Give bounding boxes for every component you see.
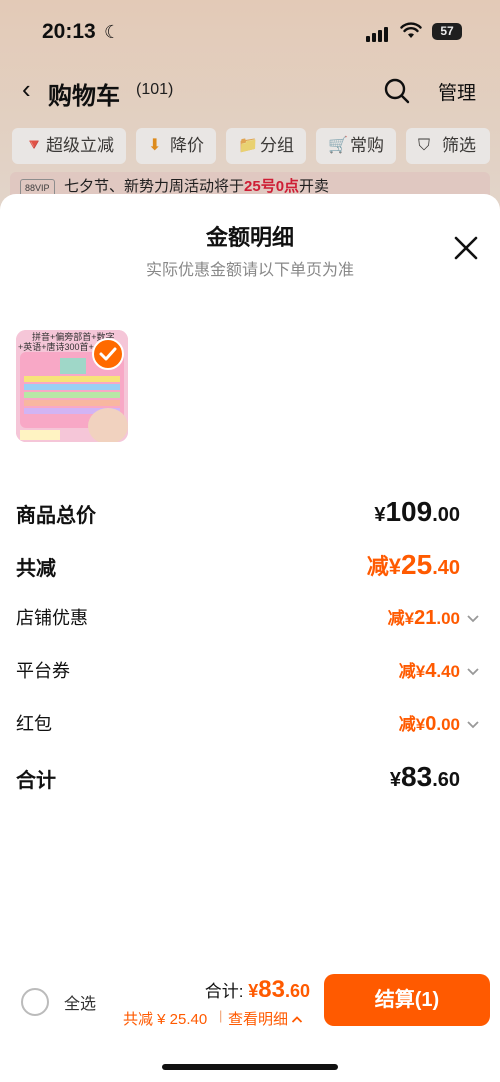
grand-total-value: ¥83.60 xyxy=(390,761,460,793)
total-reduce-label: 共减 xyxy=(16,558,56,580)
chevron-down-icon[interactable] xyxy=(466,720,480,730)
reduce-prefix: 减¥ xyxy=(398,715,426,734)
red-packet-dec: .00 xyxy=(436,715,460,734)
sheet-subtitle: 实际优惠金额请以下单页为准 xyxy=(145,262,354,279)
sheet-title: 金额明细 xyxy=(205,225,294,250)
total-reduce-dec: .40 xyxy=(432,557,460,579)
total-price-dec: .00 xyxy=(432,504,460,526)
red-packet-int: 0 xyxy=(425,713,437,735)
reduce-prefix: 减¥ xyxy=(398,662,426,681)
currency-symbol: ¥ xyxy=(389,769,402,791)
store-discount-value[interactable]: 减¥21.00 xyxy=(388,604,460,630)
total-price-int: 109 xyxy=(385,496,433,527)
store-discount-dec: .00 xyxy=(436,609,460,628)
currency-symbol: ¥ xyxy=(374,504,386,526)
grand-total-int: 83 xyxy=(401,761,433,792)
reduce-prefix: 减¥ xyxy=(366,554,402,579)
view-detail-label: 查看明细 xyxy=(228,1011,289,1028)
platform-coupon-value[interactable]: 减¥4.40 xyxy=(399,657,460,683)
close-icon[interactable] xyxy=(452,234,480,262)
bottom-total: 合计: ¥83.60 xyxy=(205,976,310,1004)
bottom-total-currency: ¥ xyxy=(248,981,259,1001)
chevron-up-icon xyxy=(291,1016,303,1023)
checkout-button[interactable]: 结算(1) xyxy=(324,974,490,1026)
bottom-total-dec: .60 xyxy=(284,981,310,1001)
platform-coupon-dec: .40 xyxy=(436,662,460,681)
platform-coupon-label: 平台券 xyxy=(16,661,70,681)
chevron-down-icon[interactable] xyxy=(466,614,480,624)
grand-total-label: 合计 xyxy=(16,770,56,792)
total-price-value: ¥109.00 xyxy=(374,496,460,528)
bottom-total-int: 83 xyxy=(258,976,285,1003)
red-packet-value[interactable]: 减¥0.00 xyxy=(399,710,460,736)
total-reduce-int: 25 xyxy=(401,549,433,580)
total-reduce-value: 减¥25.40 xyxy=(367,549,460,581)
store-discount-int: 21 xyxy=(414,607,437,629)
grand-total-dec: .60 xyxy=(432,769,460,791)
total-price-label: 商品总价 xyxy=(16,505,96,527)
select-all-radio[interactable] xyxy=(21,988,49,1016)
bottom-separator: | xyxy=(219,1008,223,1023)
selected-check-icon[interactable] xyxy=(92,338,124,370)
home-indicator[interactable] xyxy=(162,1064,338,1070)
select-all-label[interactable]: 全选 xyxy=(64,990,96,1014)
store-discount-label: 店铺优惠 xyxy=(16,608,88,628)
amount-detail-sheet: 金额明细 实际优惠金额请以下单页为准 拼音+偏旁部首+数字 +英语+唐诗300首… xyxy=(0,194,500,1082)
view-detail-link[interactable]: 查看明细 xyxy=(228,1008,303,1029)
bottom-reduce-text: 共减 ¥ 25.40 xyxy=(123,1011,208,1028)
bottom-total-label: 合计: xyxy=(204,982,249,1001)
red-packet-label: 红包 xyxy=(16,714,52,734)
reduce-prefix: 减¥ xyxy=(387,609,415,628)
platform-coupon-int: 4 xyxy=(425,660,437,682)
chevron-down-icon[interactable] xyxy=(466,667,480,677)
